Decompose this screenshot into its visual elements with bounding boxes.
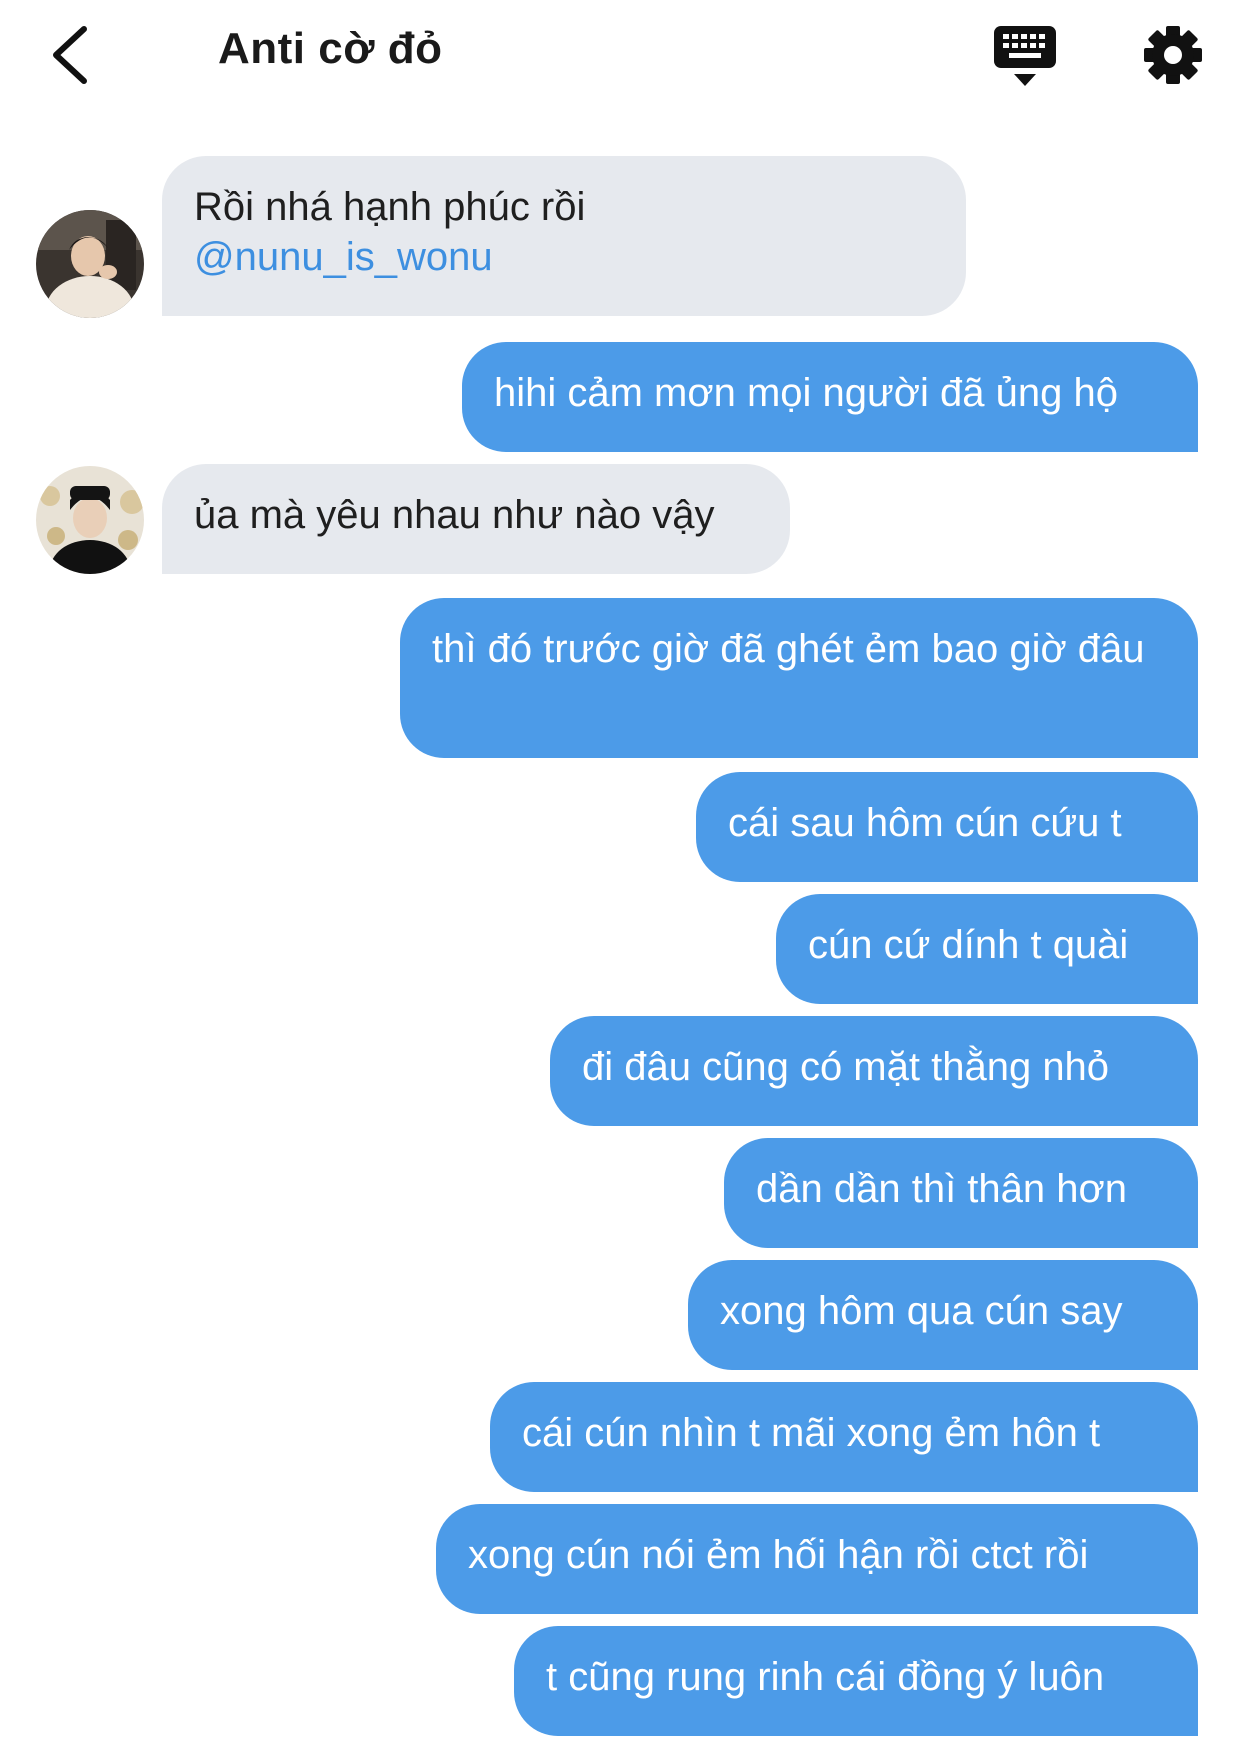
message-bubble-outgoing[interactable]: cún cứ dính t quài — [776, 894, 1198, 1004]
message-text: cái cún nhìn t mãi xong ẻm hôn t — [522, 1411, 1101, 1455]
message-bubble-outgoing[interactable]: dần dần thì thân hơn — [724, 1138, 1198, 1248]
message-text: đi đâu cũng có mặt thằng nhỏ — [582, 1045, 1110, 1089]
message-bubble-incoming[interactable]: ủa mà yêu nhau như nào vậy — [162, 464, 790, 574]
message-text: dần dần thì thân hơn — [756, 1167, 1127, 1211]
message-text: ủa mà yêu nhau như nào vậy — [194, 493, 715, 537]
back-button[interactable] — [30, 10, 110, 100]
message-text: hihi cảm mơn mọi người đã ủng hộ — [494, 371, 1118, 415]
chevron-left-icon — [53, 26, 87, 84]
gear-icon — [1144, 26, 1202, 84]
avatar[interactable] — [36, 210, 144, 318]
message-bubble-outgoing[interactable]: t cũng rung rinh cái đồng ý luôn — [514, 1626, 1198, 1736]
message-bubble-outgoing[interactable]: đi đâu cũng có mặt thằng nhỏ — [550, 1016, 1198, 1126]
message-text: Rồi nhá hạnh phúc rồi — [194, 185, 586, 229]
message-text: t cũng rung rinh cái đồng ý luôn — [546, 1655, 1105, 1699]
settings-button[interactable] — [1138, 20, 1208, 90]
user-mention-link[interactable]: @nunu_is_wonu — [194, 232, 934, 282]
message-bubble-outgoing[interactable]: xong cún nói ẻm hối hận rồi ctct rồi — [436, 1504, 1198, 1614]
message-bubble-outgoing[interactable]: thì đó trước giờ đã ghét ẻm bao giờ đâu — [400, 598, 1198, 758]
keyboard-icon — [994, 26, 1056, 86]
message-bubble-outgoing[interactable]: hihi cảm mơn mọi người đã ủng hộ — [462, 342, 1198, 452]
message-text: xong hôm qua cún say — [720, 1289, 1123, 1333]
message-text: xong cún nói ẻm hối hận rồi ctct rồi — [468, 1533, 1089, 1577]
message-bubble-outgoing[interactable]: cái sau hôm cún cứu t — [696, 772, 1198, 882]
message-bubble-outgoing[interactable]: xong hôm qua cún say — [688, 1260, 1198, 1370]
chat-header: Anti cờ đỏ — [0, 0, 1242, 110]
page-title: Anti cờ đỏ — [218, 24, 443, 73]
message-text: cún cứ dính t quài — [808, 923, 1129, 967]
avatar[interactable] — [36, 466, 144, 574]
message-text: cái sau hôm cún cứu t — [728, 801, 1122, 845]
message-bubble-incoming[interactable]: Rồi nhá hạnh phúc rồi @nunu_is_wonu — [162, 156, 966, 316]
message-bubble-outgoing[interactable]: cái cún nhìn t mãi xong ẻm hôn t — [490, 1382, 1198, 1492]
keyboard-button[interactable] — [990, 20, 1060, 90]
message-text: thì đó trước giờ đã ghét ẻm bao giờ đâu — [432, 627, 1145, 671]
